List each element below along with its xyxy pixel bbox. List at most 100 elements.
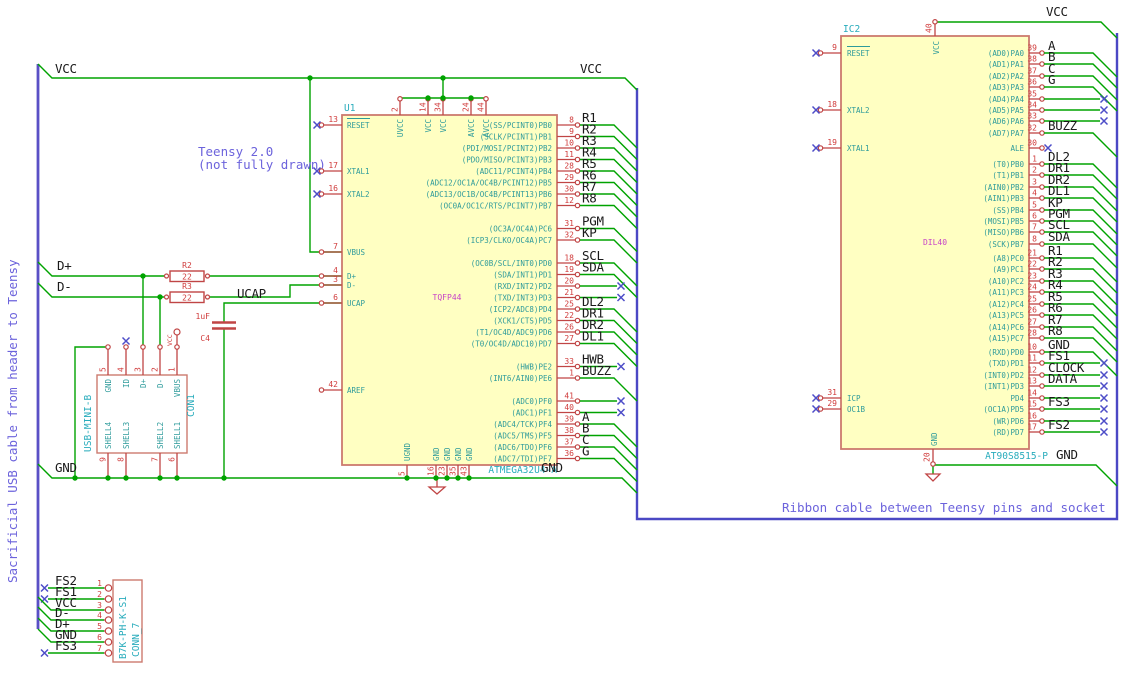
pin-name: (RXD)PD0: [988, 348, 1025, 357]
pin-circle: [204, 273, 211, 279]
net-label: SDA: [582, 260, 604, 275]
pin-name: VCC: [439, 119, 448, 133]
pin-name: (A8)PC0: [992, 254, 1024, 263]
no-connect-icon: [1099, 370, 1109, 380]
pin-number: 7: [97, 644, 102, 653]
pin-number: 13: [1027, 377, 1037, 386]
pin-name: (HWB)PE2: [516, 362, 552, 371]
no-connect-icon: [1099, 381, 1109, 391]
pin-circle: [574, 398, 581, 404]
pin-circle: [1039, 73, 1045, 79]
net-label: G: [582, 444, 589, 459]
pin-circle: [574, 455, 581, 462]
no-connect-icon: [616, 396, 626, 406]
pin-name: (ADC6/TDO)PF6: [493, 443, 552, 452]
u1-top-power-wire: [400, 78, 486, 99]
pin-circle: [104, 595, 113, 603]
pin-name: (TXD)PD1: [988, 359, 1024, 368]
pin-circle: [1039, 145, 1045, 151]
pin-circle: [932, 18, 938, 25]
pin-name: SHELL2: [156, 422, 165, 449]
pin-name: XTAL1: [847, 144, 870, 153]
pin-circle: [1039, 241, 1045, 247]
pin-circle: [318, 282, 325, 288]
vcc-rail-wire: [37, 63, 638, 91]
vcc-power-icon: [173, 328, 181, 336]
pin-number: 22: [564, 311, 574, 320]
pin-number: 21: [1027, 249, 1037, 258]
pin-name: (MISO)PB6: [983, 228, 1024, 237]
pin-number: 40: [564, 403, 574, 412]
pin-circle: [574, 237, 581, 243]
pin-name: SHELL1: [173, 422, 182, 449]
pin-name: (A10)PC2: [988, 277, 1024, 286]
pin-number: 1: [168, 367, 177, 372]
usb-ref: CON1: [186, 394, 197, 417]
no-connect-icon: [616, 293, 626, 302]
pin-name: VCC: [932, 41, 941, 55]
pin-circle: [1039, 335, 1045, 341]
pin-number: 3: [1032, 178, 1037, 187]
note-teensy-line2: (not fully drawn): [198, 157, 326, 172]
junction-dot: [174, 475, 180, 481]
pin-name: AREF: [347, 386, 366, 395]
pin-circle: [105, 344, 111, 350]
pin-name: D-: [156, 379, 165, 388]
pin-circle: [318, 300, 325, 306]
pin-number: 1: [97, 579, 102, 588]
pin-number: 26: [564, 323, 574, 332]
pin-circle: [1039, 278, 1045, 284]
net-label: FS2: [1048, 417, 1070, 432]
no-connect-icon: [1099, 116, 1109, 126]
pin-circle: [817, 50, 824, 56]
pin-name: (T0/OC4D/ADC10)PD7: [471, 339, 552, 348]
pin-circle: [104, 606, 113, 614]
ic2-value: AT90S8515-P: [985, 451, 1048, 462]
pin-circle: [157, 344, 163, 350]
junction-dot: [466, 475, 472, 481]
pin-number: 7: [333, 242, 338, 251]
pin-name: (A11)PC3: [988, 288, 1024, 297]
pin-circle: [1039, 360, 1045, 366]
pin-name: XTAL2: [847, 106, 870, 115]
c4-plates: [212, 321, 236, 330]
net-label: BUZZ: [582, 363, 612, 378]
vcc-power-label: VCC: [166, 334, 174, 346]
pin-name: SHELL4: [104, 421, 113, 449]
note-sacrificial-cable: Sacrificial USB cable from header to Tee…: [5, 259, 20, 583]
net-label: G: [1048, 72, 1055, 87]
pin-number: 30: [1027, 139, 1037, 148]
pin-name: (AD0)PA0: [988, 49, 1025, 58]
pin-number: 33: [1027, 112, 1037, 121]
pin-number: 24: [1027, 283, 1037, 292]
pin-circle: [574, 340, 581, 347]
pin-name: RESET: [347, 121, 370, 130]
pin-circle: [1039, 61, 1045, 67]
pin-circle: [1039, 312, 1045, 318]
pin-circle: [140, 344, 146, 350]
pin-circle: [574, 317, 581, 324]
pin-number: 7: [151, 457, 160, 462]
wire: [580, 377, 638, 402]
pin-name: (AIN0)PB2: [983, 183, 1024, 192]
pin-name: (AD5)PA5: [988, 106, 1024, 115]
pin-circle: [574, 444, 581, 450]
pin-circle: [1039, 107, 1045, 113]
net-label: BUZZ: [1048, 118, 1078, 133]
pin-name: GND: [930, 432, 939, 446]
pin-name: (AD3)PA3: [988, 83, 1024, 92]
pin-name: GND: [104, 379, 113, 393]
pin-name: (ICP3/CLKO/OC4A)PC7: [466, 236, 552, 245]
pin-circle: [817, 145, 824, 151]
pin-name: (ADC13/OC1B/OC4B/PCINT13)PB6: [426, 190, 553, 199]
pin-circle: [1039, 255, 1045, 261]
net-label: UCAP: [237, 286, 266, 301]
pin-name: (OC3A/OC4A)PC6: [489, 224, 553, 233]
pin-number: 31: [564, 219, 574, 228]
pin-circle: [1039, 229, 1045, 235]
pin-number: 23: [438, 466, 447, 476]
pin-circle: [1039, 184, 1045, 190]
pin-number: 28: [1027, 329, 1037, 338]
pin-circle: [1039, 50, 1045, 56]
pin-number: 36: [1027, 78, 1037, 87]
